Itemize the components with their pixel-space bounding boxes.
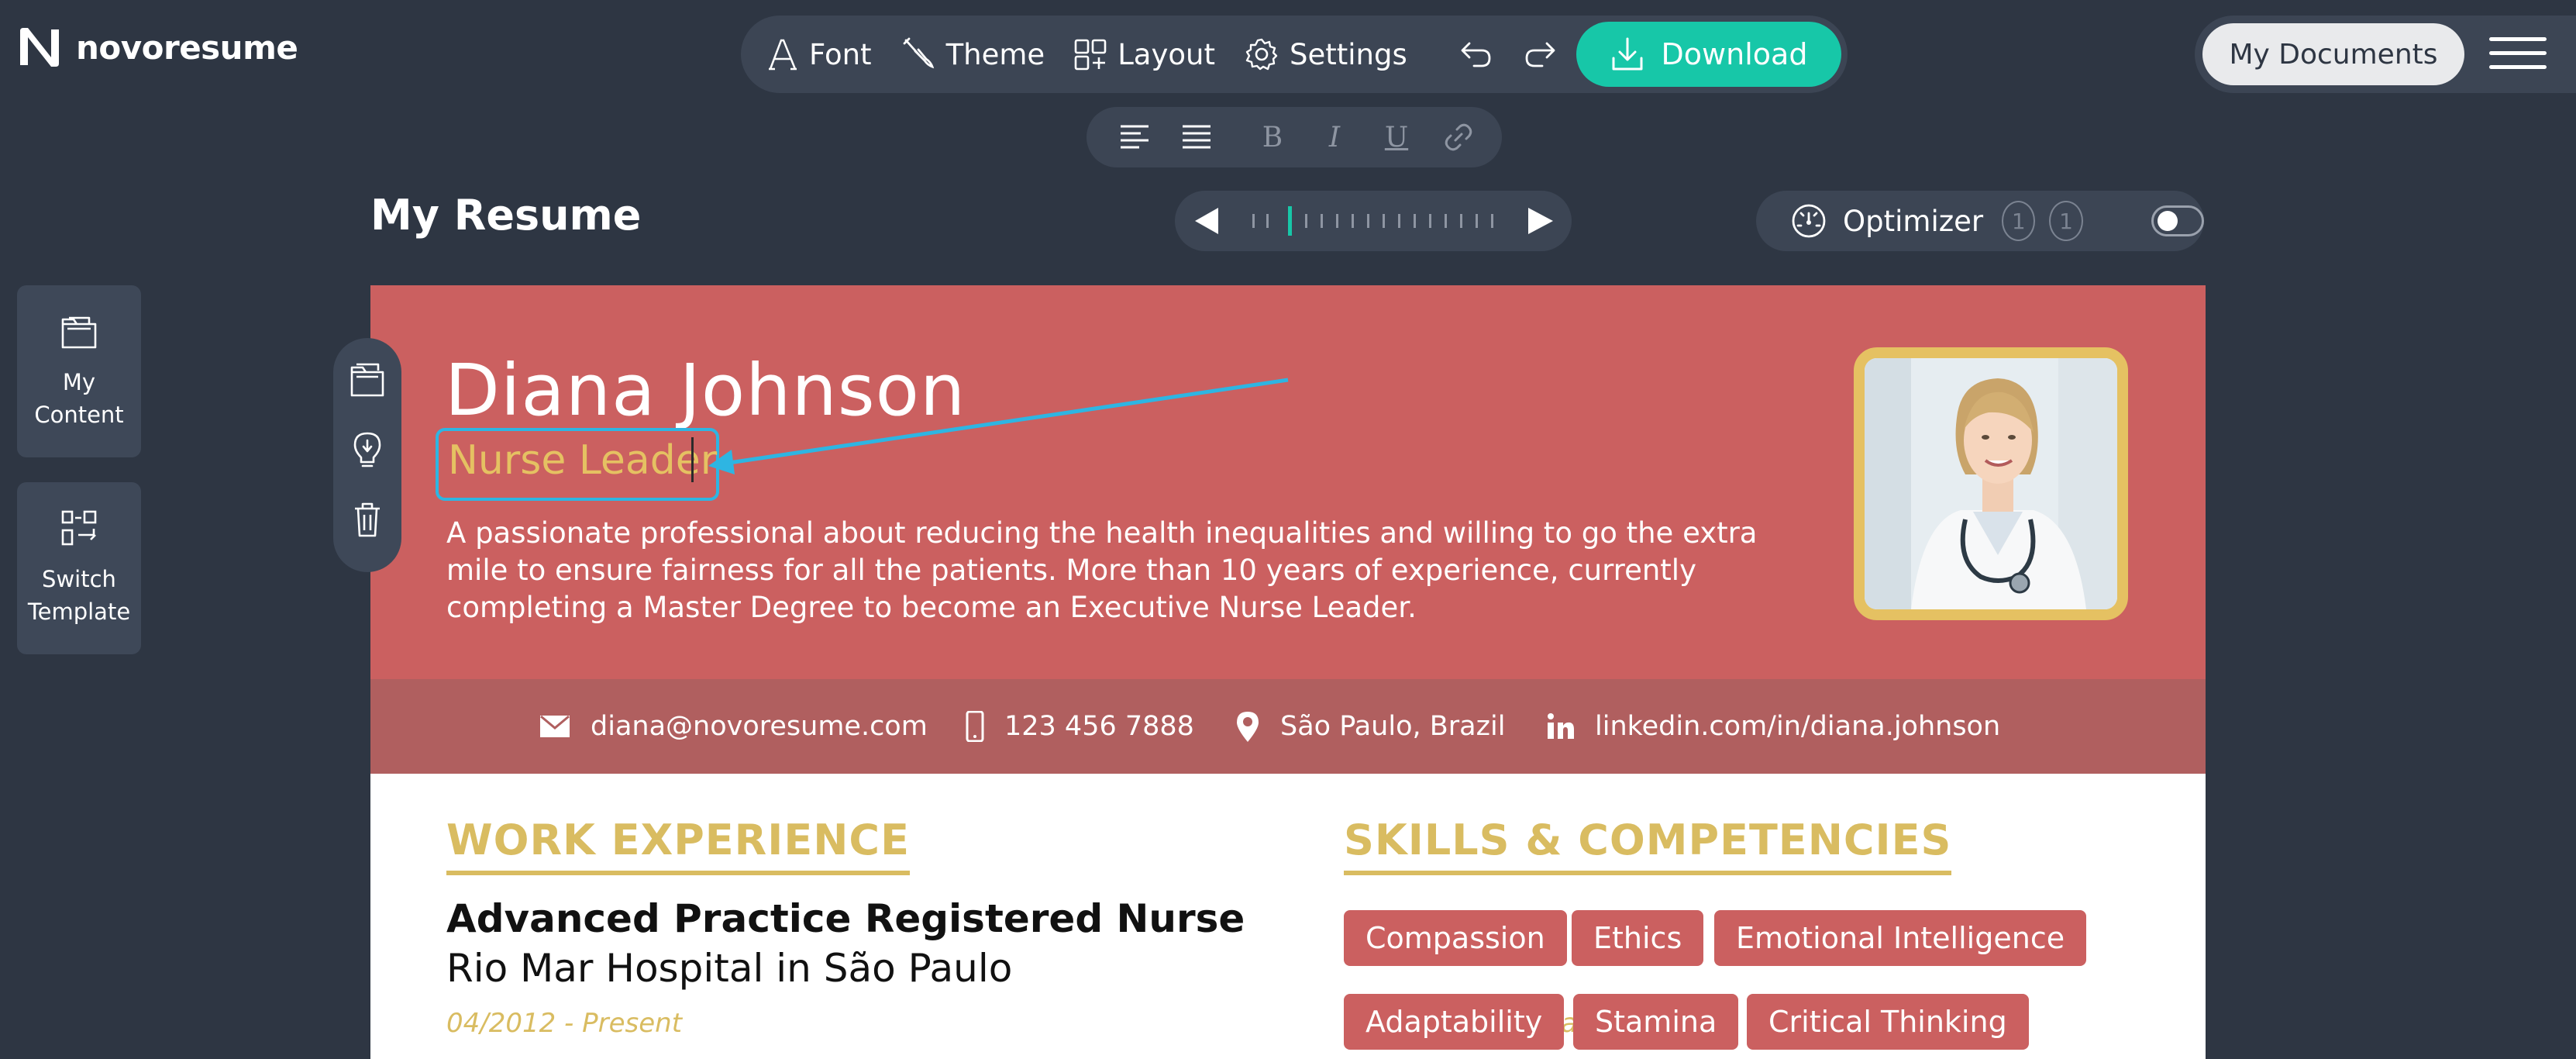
next-page-icon[interactable] [1528, 208, 1553, 234]
skill-tag[interactable]: Critical Thinking [1747, 994, 2029, 1050]
contact-phone[interactable]: 123 456 7888 [966, 679, 1194, 774]
align-justify-icon[interactable] [1181, 122, 1212, 153]
page-navigator [1175, 191, 1572, 251]
resume-subtitle[interactable]: Nurse Leader [448, 437, 717, 484]
resume-summary[interactable]: A passionate professional about reducing… [446, 515, 1764, 626]
annotation-arrow-icon [708, 378, 1289, 474]
italic-button[interactable]: I [1319, 122, 1350, 154]
phone-icon [966, 711, 984, 742]
content-folder-icon[interactable] [349, 361, 386, 398]
optimizer-badge[interactable]: 1 [2002, 201, 2036, 241]
lightbulb-icon[interactable] [352, 431, 383, 468]
bold-button[interactable]: B [1257, 122, 1288, 154]
trash-icon[interactable] [352, 501, 383, 538]
skill-tag[interactable]: Stamina [1573, 994, 1739, 1050]
format-toolbar: B I U [1087, 107, 1502, 167]
undo-icon [1460, 41, 1493, 67]
job-company[interactable]: Rio Mar Hospital in São Paulo [446, 946, 1012, 991]
download-label: Download [1661, 37, 1808, 71]
contact-location[interactable]: São Paulo, Brazil [1235, 679, 1505, 774]
linkedin-icon [1547, 713, 1575, 740]
download-button[interactable]: Download [1576, 22, 1841, 87]
novoresume-logo[interactable]: novoresume [17, 26, 298, 68]
job-dates[interactable]: 04/2012 - Present [446, 1008, 682, 1039]
novoresume-logo-icon [17, 26, 62, 68]
settings-button[interactable]: Settings [1245, 37, 1407, 71]
skill-tag[interactable]: Ethics [1572, 910, 1704, 966]
contact-linkedin[interactable]: linkedin.com/in/diana.johnson [1547, 679, 2000, 774]
folder-icon [60, 313, 98, 350]
switch-template-icon [60, 509, 98, 547]
contact-email[interactable]: diana@novoresume.com [539, 679, 928, 774]
page-title: My Resume [370, 191, 642, 240]
skill-tag[interactable]: Compassion [1344, 910, 1567, 966]
redo-icon [1524, 41, 1556, 67]
redo-button[interactable] [1524, 41, 1556, 67]
sidebar-item-label: Switch Template [27, 566, 131, 625]
contact-bar: diana@novoresume.com 123 456 7888 São Pa… [370, 679, 2206, 774]
location-text: São Paulo, Brazil [1280, 711, 1506, 742]
align-left-icon[interactable] [1119, 122, 1150, 153]
settings-label: Settings [1289, 37, 1407, 71]
theme-button[interactable]: Theme [901, 37, 1045, 71]
page-ticks[interactable] [1252, 206, 1493, 236]
email-text: diana@novoresume.com [591, 711, 928, 742]
layout-icon [1074, 38, 1107, 71]
optimizer-label: Optimizer [1843, 204, 1984, 238]
underline-button[interactable]: U [1381, 122, 1412, 154]
font-label: Font [809, 37, 872, 71]
phone-text: 123 456 7888 [1004, 711, 1194, 742]
undo-button[interactable] [1460, 41, 1493, 67]
section-tools [333, 338, 401, 572]
brush-icon [901, 37, 935, 71]
main-toolbar: Font Theme Layout Settings Download [741, 16, 1848, 93]
profile-photo[interactable] [1854, 347, 2128, 620]
skills-heading[interactable]: SKILLS & COMPETENCIES [1344, 816, 1952, 875]
location-pin-icon [1235, 710, 1260, 743]
sidebar-item-my-content[interactable]: My Content [17, 285, 141, 457]
envelope-icon [539, 715, 570, 738]
layout-button[interactable]: Layout [1074, 38, 1215, 71]
speedometer-icon [1790, 202, 1827, 240]
hamburger-menu-icon[interactable] [2489, 37, 2547, 70]
job-title[interactable]: Advanced Practice Registered Nurse [446, 896, 1245, 941]
sidebar-item-switch-template[interactable]: Switch Template [17, 482, 141, 654]
prev-page-icon[interactable] [1195, 208, 1218, 234]
sidebar-item-label: My Content [34, 369, 124, 428]
text-cursor [691, 437, 694, 482]
optimizer-toggle[interactable] [2151, 205, 2204, 236]
font-button[interactable]: Font [767, 38, 872, 71]
theme-label: Theme [945, 37, 1045, 71]
skill-tag[interactable]: Emotional Intelligence [1714, 910, 2087, 966]
linkedin-text: linkedin.com/in/diana.johnson [1595, 711, 2001, 742]
link-icon[interactable] [1443, 122, 1474, 153]
work-experience-heading[interactable]: WORK EXPERIENCE [446, 816, 910, 875]
optimizer-panel: Optimizer 1 1 [1756, 191, 2204, 251]
layout-label: Layout [1118, 37, 1215, 71]
my-documents-button[interactable]: My Documents [2202, 23, 2464, 85]
optimizer-badge[interactable]: 1 [2049, 201, 2083, 241]
skill-tag[interactable]: Adaptability [1344, 994, 1565, 1050]
logo-text: novoresume [76, 28, 298, 67]
gear-icon [1245, 37, 1279, 71]
download-icon [1610, 36, 1644, 72]
font-icon [767, 38, 798, 71]
